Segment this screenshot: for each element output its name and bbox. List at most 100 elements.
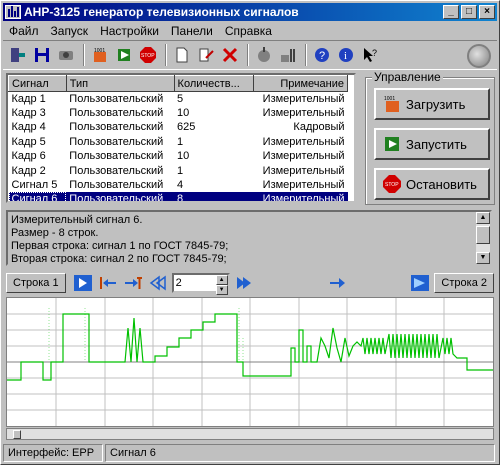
table-row[interactable]: Кадр 5 Пользовательский 1 Измерительный — [9, 135, 348, 149]
cell-signal: Кадр 4 — [11, 121, 46, 134]
toolbar-separator — [165, 44, 167, 66]
stop-button-label: Остановить — [406, 176, 477, 192]
waveform-svg — [7, 298, 493, 426]
menu-launch[interactable]: Запуск — [45, 24, 95, 38]
waveform-display[interactable] — [6, 297, 494, 427]
stop-icon[interactable]: STOP — [137, 44, 159, 66]
table-row[interactable]: Сигнал 5 Пользовательский 4 Измерительный — [9, 178, 348, 192]
row-navigation: Строка 1 2 ▲ ▼ Строка 2 — [6, 272, 494, 295]
toolbar-separator — [305, 44, 307, 66]
cell-signal: Кадр 3 — [11, 107, 46, 120]
end-marker-icon[interactable] — [409, 273, 431, 293]
svg-text:?: ? — [372, 48, 377, 58]
row-right-button[interactable]: Строка 2 — [434, 273, 494, 293]
scroll-thumb[interactable] — [476, 226, 490, 244]
minimize-button[interactable]: _ — [443, 5, 459, 19]
disk-icon[interactable] — [55, 44, 77, 66]
description-line: Первая строка: сигнал 1 по ГОСТ 7845-79; — [11, 240, 229, 252]
info-icon[interactable]: i — [335, 44, 357, 66]
table-row[interactable]: Кадр 6 Пользовательский 10 Измерительный — [9, 149, 348, 163]
next-icon[interactable] — [233, 273, 255, 293]
spin-down-icon[interactable]: ▼ — [215, 285, 228, 295]
cell-note: Измерительный — [262, 107, 345, 120]
menu-help[interactable]: Справка — [219, 24, 278, 38]
column-header-type[interactable]: Тип — [65, 75, 175, 92]
app-icon[interactable] — [5, 5, 21, 19]
cell-type: Пользовательский — [69, 179, 164, 192]
toolbar: 1001 STOP ? i ? — [3, 40, 497, 70]
run-icon[interactable] — [113, 44, 135, 66]
context-help-icon[interactable]: ? — [359, 44, 381, 66]
last-row-icon[interactable] — [122, 273, 144, 293]
stop-button[interactable]: STOP Остановить — [374, 168, 490, 200]
svg-text:STOP: STOP — [141, 53, 155, 59]
svg-text:?: ? — [319, 50, 325, 62]
previous-icon[interactable] — [147, 273, 169, 293]
probe-icon[interactable] — [253, 44, 275, 66]
description-scrollbar[interactable]: ▲ ▼ — [476, 212, 490, 264]
load-button[interactable]: 1001 Загрузить — [374, 88, 490, 120]
scroll-thumb[interactable] — [13, 430, 21, 439]
row-left-button[interactable]: Строка 1 — [6, 273, 66, 293]
menu-file[interactable]: Файл — [3, 24, 45, 38]
cell-type: Пользовательский — [69, 92, 164, 105]
svg-text:1001: 1001 — [384, 96, 395, 102]
window-title: АНР-3125 генератор телевизионных сигнало… — [24, 5, 299, 19]
exit-icon[interactable] — [7, 44, 29, 66]
table-row[interactable]: Кадр 1 Пользовательский 5 Измерительный — [9, 92, 348, 106]
row-number-stepper[interactable]: 2 ▲ ▼ — [171, 273, 230, 295]
new-file-icon[interactable] — [171, 44, 193, 66]
column-header-count[interactable]: Количеств... — [173, 75, 255, 92]
cell-count: 8 — [174, 192, 254, 201]
load-icon[interactable]: 1001 — [89, 44, 111, 66]
table-row-selected[interactable]: Сигнал 6 Пользовательский 8 Измерительный — [8, 192, 348, 201]
scroll-up-arrow-icon[interactable]: ▲ — [476, 212, 490, 224]
cell-note: Измерительный — [253, 192, 348, 201]
first-row-icon[interactable] — [97, 273, 119, 293]
save-icon[interactable] — [31, 44, 53, 66]
run-button-label: Запустить — [406, 136, 467, 152]
waveform-scrollbar[interactable] — [6, 428, 494, 440]
cell-count: 5 — [177, 92, 184, 105]
cell-note: Измерительный — [262, 135, 345, 148]
cell-count: 10 — [177, 150, 190, 163]
cell-type: Пользовательский — [69, 135, 164, 148]
signal-description[interactable]: Измерительный сигнал 6. Размер - 8 строк… — [6, 210, 492, 266]
cell-count: 1 — [177, 164, 184, 177]
edit-icon[interactable] — [195, 44, 217, 66]
close-button[interactable]: × — [479, 5, 495, 19]
scroll-down-arrow-icon[interactable]: ▼ — [476, 252, 490, 264]
cell-type: Пользовательский — [69, 164, 164, 177]
status-interface: Интерфейс: EPP — [3, 444, 103, 462]
control-group: Управление 1001 Загрузить Запустить STOP… — [365, 70, 495, 205]
play-right-icon[interactable] — [72, 273, 94, 293]
table-row[interactable]: Кадр 4 Пользовательский 625 Кадровый — [9, 120, 348, 134]
step-right-icon[interactable] — [327, 273, 349, 293]
menu-panels[interactable]: Панели — [165, 24, 219, 38]
stop-icon: STOP — [383, 175, 401, 193]
description-line: Размер - 8 строк. — [11, 227, 99, 239]
maximize-button[interactable]: □ — [461, 5, 477, 19]
table-row[interactable]: Кадр 3 Пользовательский 10 Измерительный — [9, 106, 348, 120]
table-row[interactable]: Кадр 2 Пользовательский 1 Измерительный — [9, 163, 348, 177]
signal-table: Сигнал Тип Количеств... Примечание Кадр … — [6, 73, 356, 203]
delete-icon[interactable] — [219, 44, 241, 66]
cell-note: Измерительный — [262, 150, 345, 163]
column-header-note[interactable]: Примечание — [253, 75, 348, 92]
activity-indicator-icon — [467, 44, 491, 68]
title-bar[interactable]: АНР-3125 генератор телевизионных сигнало… — [3, 3, 497, 21]
menu-settings[interactable]: Настройки — [94, 24, 165, 38]
cell-type: Пользовательский — [69, 121, 164, 134]
cell-signal: Кадр 2 — [11, 164, 46, 177]
toolbar-separator — [83, 44, 85, 66]
run-button[interactable]: Запустить — [374, 128, 490, 160]
cell-count: 10 — [177, 107, 190, 120]
help-icon[interactable]: ? — [311, 44, 333, 66]
row-number-value: 2 — [175, 277, 182, 289]
connect-icon[interactable] — [277, 44, 299, 66]
spin-up-icon[interactable]: ▲ — [215, 275, 228, 285]
cell-signal: Кадр 5 — [11, 135, 46, 148]
cell-type: Пользовательский — [66, 192, 175, 201]
svg-text:i: i — [344, 50, 347, 62]
column-header-signal[interactable]: Сигнал — [8, 75, 67, 92]
